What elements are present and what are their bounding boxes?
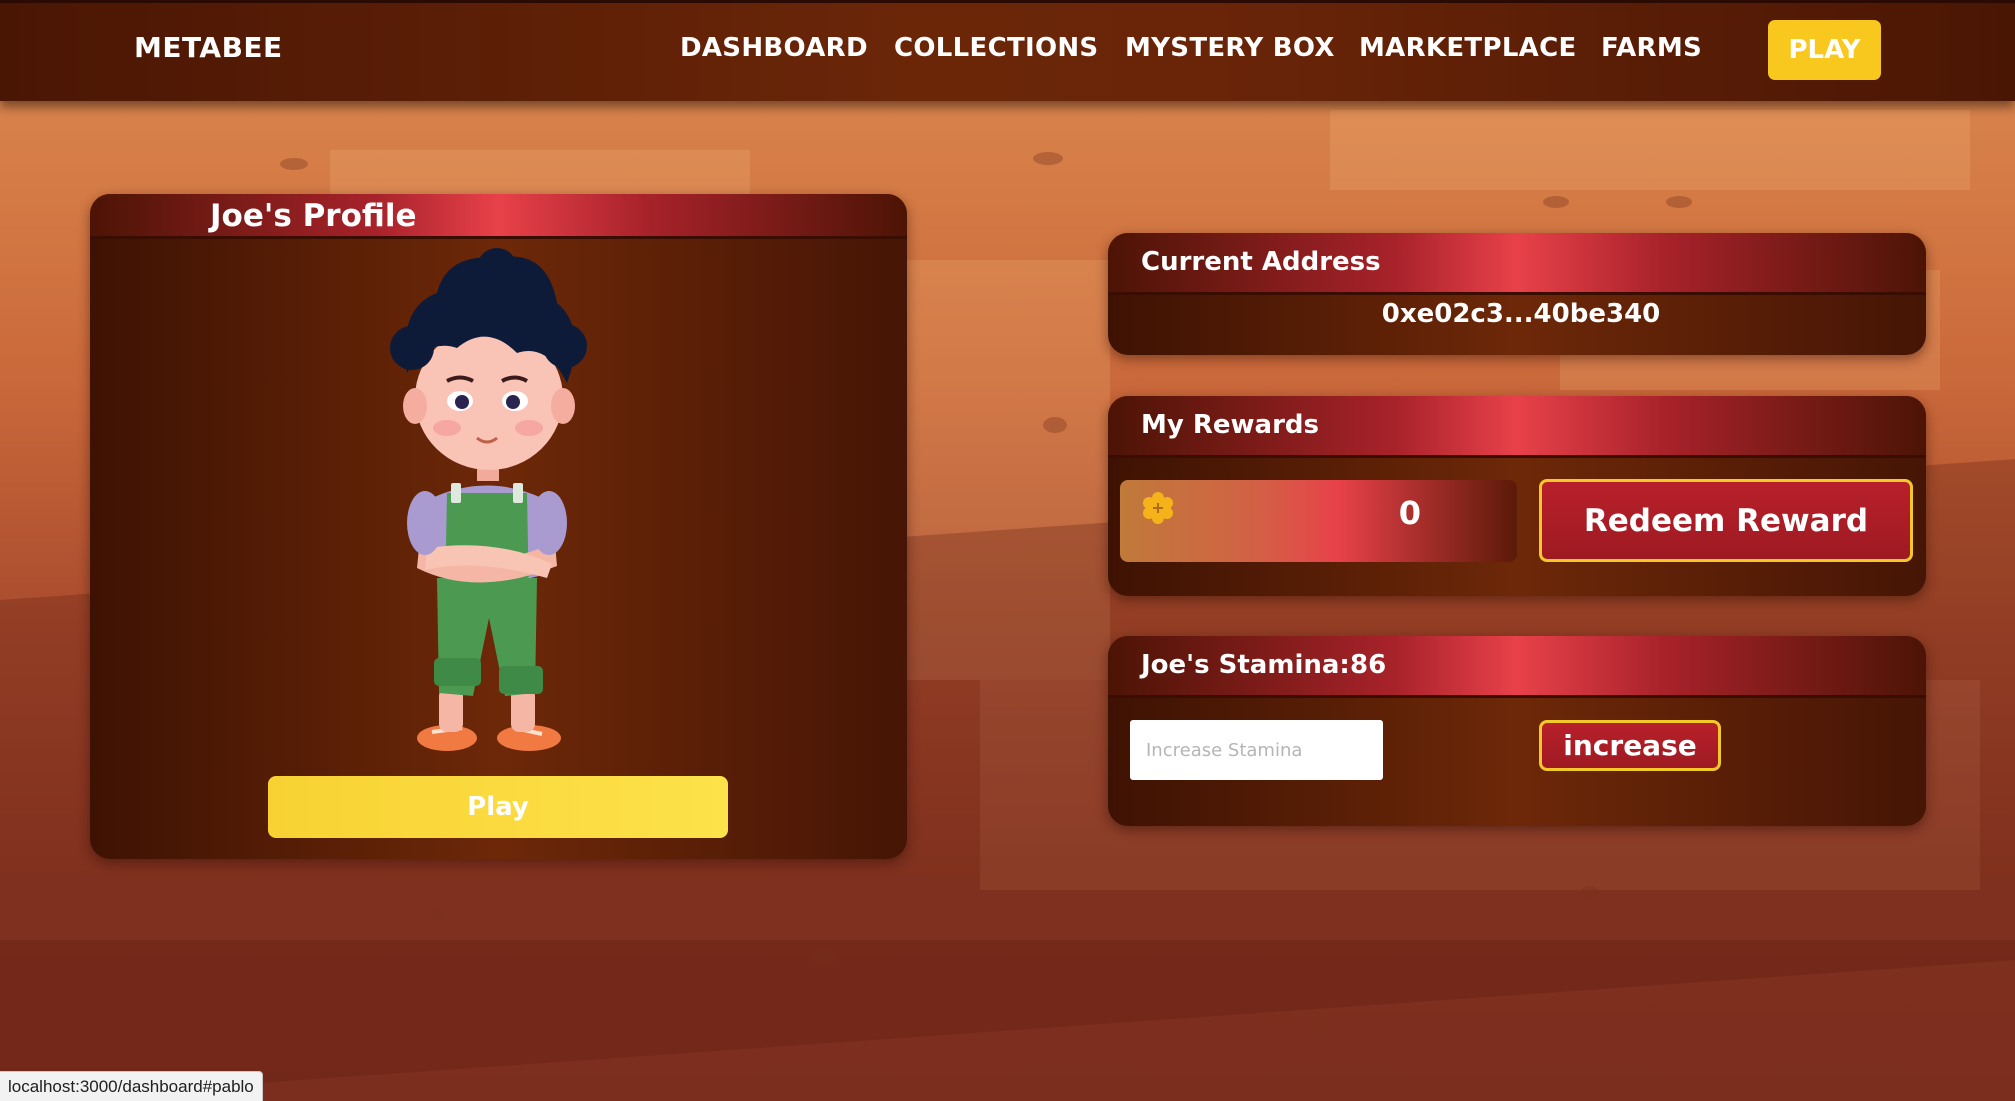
honey-icon: [1140, 490, 1176, 526]
rewards-card: My Rewards 0 Redeem Reward: [1108, 396, 1926, 596]
address-card: Current Address 0xe02c3...40be340: [1108, 233, 1926, 355]
nav-collections[interactable]: COLLECTIONS: [894, 33, 1098, 63]
nav-mystery-box[interactable]: MYSTERY BOX: [1125, 33, 1335, 63]
wallet-address: 0xe02c3...40be340: [1381, 299, 1661, 329]
nav-dashboard[interactable]: DASHBOARD: [680, 33, 868, 63]
top-navbar: METABEE DASHBOARD COLLECTIONS MYSTERY BO…: [0, 0, 2015, 101]
address-title: Current Address: [1141, 247, 1381, 277]
reward-balance-bar: 0: [1120, 480, 1517, 562]
stamina-card: Joe's Stamina: 86 increase: [1108, 636, 1926, 826]
stamina-value: 86: [1350, 650, 1387, 680]
brand-logo[interactable]: METABEE: [134, 31, 283, 64]
status-bar-url: localhost:3000/dashboard#pablo: [0, 1071, 263, 1101]
profile-card: Joe's Profile Play: [90, 194, 907, 859]
rewards-title: My Rewards: [1141, 410, 1320, 440]
redeem-reward-button[interactable]: Redeem Reward: [1539, 479, 1913, 562]
increase-button[interactable]: increase: [1539, 720, 1721, 771]
character-avatar: [377, 248, 617, 758]
play-nav-button[interactable]: PLAY: [1768, 20, 1881, 80]
profile-title: Joe's Profile: [210, 198, 417, 234]
stamina-title: Joe's Stamina:: [1141, 650, 1350, 680]
reward-amount: 0: [1398, 494, 1421, 532]
nav-farms[interactable]: FARMS: [1601, 33, 1702, 63]
play-button[interactable]: Play: [268, 776, 728, 838]
increase-stamina-input[interactable]: [1130, 720, 1383, 780]
nav-marketplace[interactable]: MARKETPLACE: [1359, 33, 1577, 63]
